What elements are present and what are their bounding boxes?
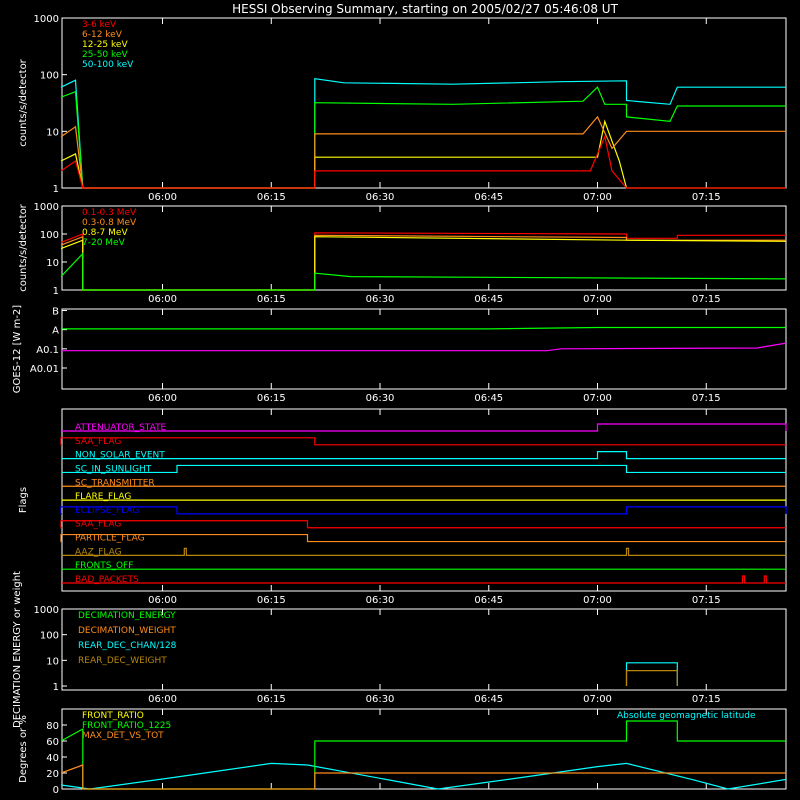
y-tick-label: 20 bbox=[46, 769, 59, 780]
time-tick-label: 06:00 bbox=[148, 192, 177, 203]
legend-entry: REAR_DEC_WEIGHT bbox=[78, 656, 167, 666]
time-tick-label: 06:00 bbox=[148, 595, 177, 606]
time-tick-label: 06:00 bbox=[148, 393, 177, 404]
y-tick-label: 1000 bbox=[34, 202, 59, 213]
y-axis-label: counts/s/detector bbox=[18, 203, 29, 291]
y-tick-label: 100 bbox=[40, 631, 59, 642]
time-tick-label: 06:30 bbox=[366, 694, 395, 705]
time-tick-label: 07:15 bbox=[692, 694, 721, 705]
time-tick-label: 07:00 bbox=[583, 393, 612, 404]
y-tick-label: 80 bbox=[46, 721, 59, 732]
y-tick-label: B bbox=[52, 307, 59, 318]
y-tick-label: 10 bbox=[46, 656, 59, 667]
legend-entry: 3-6 keV bbox=[82, 20, 117, 30]
y-tick-label: 100 bbox=[40, 71, 59, 82]
time-tick-label: 07:15 bbox=[692, 294, 721, 305]
time-tick-label: 06:45 bbox=[474, 192, 503, 203]
time-tick-label: 07:00 bbox=[583, 595, 612, 606]
time-tick-label: 06:15 bbox=[257, 595, 286, 606]
y-tick-label: 1 bbox=[53, 682, 59, 693]
time-tick-label: 06:15 bbox=[257, 192, 286, 203]
time-tick-label: 06:30 bbox=[366, 595, 395, 606]
y-axis-label: Flags bbox=[18, 487, 29, 513]
observing-summary-figure: HESSI Observing Summary, starting on 200… bbox=[0, 0, 800, 800]
time-tick-label: 06:45 bbox=[474, 294, 503, 305]
legend-entry: 7-20 MeV bbox=[82, 238, 126, 248]
y-tick-label: A bbox=[52, 326, 59, 337]
time-tick-label: 07:15 bbox=[692, 192, 721, 203]
annotation-label: Absolute geomagnetic latitude bbox=[617, 711, 756, 721]
time-tick-label: 07:00 bbox=[583, 192, 612, 203]
y-tick-label: 1000 bbox=[34, 14, 59, 25]
y-tick-label: 40 bbox=[46, 753, 59, 764]
y-tick-label: 10 bbox=[46, 127, 59, 138]
time-tick-label: 06:15 bbox=[257, 694, 286, 705]
y-tick-label: 1 bbox=[53, 286, 59, 297]
legend-entry: REAR_DEC_CHAN/128 bbox=[78, 641, 177, 651]
time-tick-label: 06:45 bbox=[474, 393, 503, 404]
time-tick-label: 06:15 bbox=[257, 294, 286, 305]
legend-entry: 6-12 keV bbox=[82, 30, 123, 40]
legend-entry: 0.8-7 MeV bbox=[82, 228, 128, 238]
y-axis-label: GOES-12 [W m-2] bbox=[12, 305, 23, 393]
time-tick-label: 06:00 bbox=[148, 694, 177, 705]
time-tick-label: 07:00 bbox=[583, 294, 612, 305]
y-tick-label: 1000 bbox=[34, 605, 59, 616]
legend-entry: FRONT_RATIO_1225 bbox=[82, 721, 171, 731]
legend-entry: MAX_DET_VS_TOT bbox=[82, 731, 164, 741]
y-tick-label: 100 bbox=[40, 230, 59, 241]
figure-title: HESSI Observing Summary, starting on 200… bbox=[232, 2, 618, 16]
legend-entry: 25-50 keV bbox=[82, 50, 128, 60]
y-tick-label: A0.01 bbox=[30, 364, 59, 375]
y-axis-label: DECIMATION ENERGY or weight bbox=[12, 571, 23, 728]
time-tick-label: 06:15 bbox=[257, 393, 286, 404]
legend-entry: 50-100 keV bbox=[82, 60, 134, 70]
legend-entry: DECIMATION_WEIGHT bbox=[78, 626, 176, 636]
time-tick-label: 06:30 bbox=[366, 294, 395, 305]
y-tick-label: 1 bbox=[53, 184, 59, 195]
y-tick-label: 60 bbox=[46, 737, 59, 748]
y-tick-label: A0.1 bbox=[36, 345, 59, 356]
legend-entry: 12-25 keV bbox=[82, 40, 128, 50]
time-tick-label: 07:15 bbox=[692, 595, 721, 606]
time-tick-label: 06:30 bbox=[366, 192, 395, 203]
y-axis-label: counts/s/detector bbox=[18, 58, 29, 146]
time-tick-label: 06:30 bbox=[366, 393, 395, 404]
legend-entry: 0.1-0.3 MeV bbox=[82, 208, 137, 218]
time-tick-label: 07:15 bbox=[692, 393, 721, 404]
time-tick-label: 07:00 bbox=[583, 694, 612, 705]
y-tick-label: 0 bbox=[53, 785, 59, 796]
legend-entry: DECIMATION_ENERGY bbox=[78, 611, 176, 621]
y-axis-label: Degrees or % bbox=[18, 715, 29, 783]
time-tick-label: 06:45 bbox=[474, 595, 503, 606]
time-tick-label: 06:45 bbox=[474, 694, 503, 705]
legend-entry: 0.3-0.8 MeV bbox=[82, 218, 137, 228]
legend-entry: FRONT_RATIO bbox=[82, 711, 144, 721]
y-tick-label: 10 bbox=[46, 258, 59, 269]
time-tick-label: 06:00 bbox=[148, 294, 177, 305]
